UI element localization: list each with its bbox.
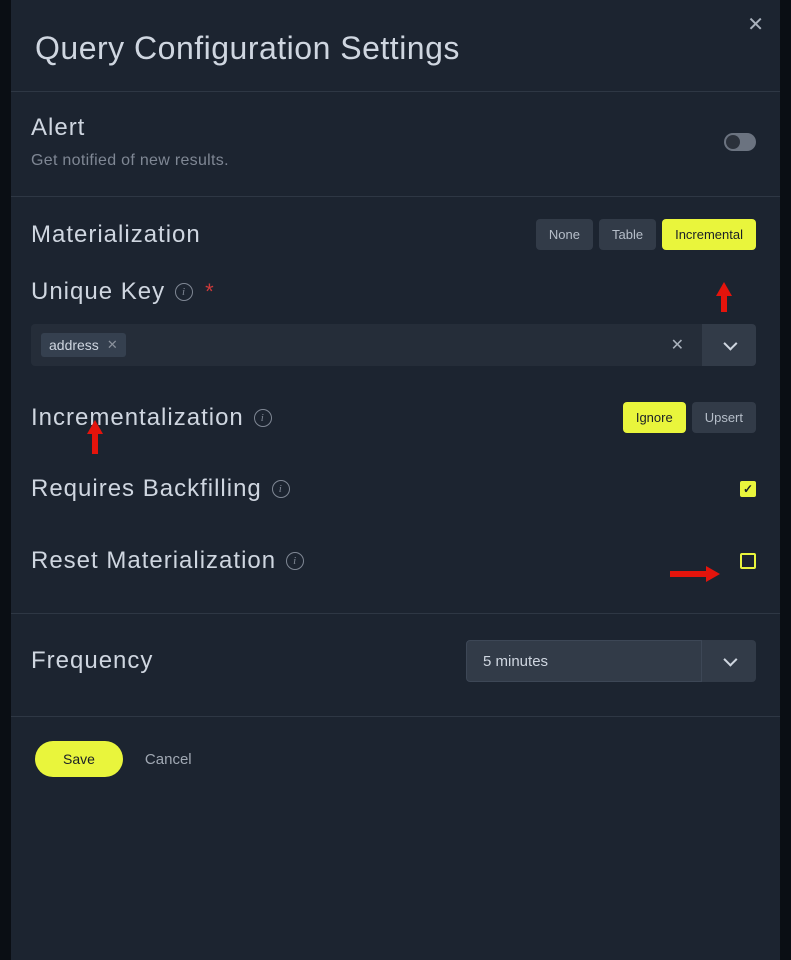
materialization-none-button[interactable]: None <box>536 219 593 250</box>
materialization-heading: Materialization <box>31 221 201 249</box>
requires-backfilling-label: Requires Backfilling <box>31 475 262 503</box>
reset-materialization-checkbox[interactable] <box>740 553 756 569</box>
chevron-down-icon <box>723 653 737 667</box>
requires-backfilling-checkbox[interactable]: ✓ <box>740 481 756 497</box>
toggle-knob <box>726 135 740 149</box>
close-button[interactable]: ✕ <box>743 8 768 41</box>
close-icon: ✕ <box>747 14 764 36</box>
frequency-select[interactable]: 5 minutes <box>466 640 756 682</box>
frequency-dropdown-button[interactable] <box>702 640 756 682</box>
reset-materialization-heading: Reset Materialization i <box>31 547 304 575</box>
requires-backfilling-heading: Requires Backfilling i <box>31 475 290 503</box>
info-icon[interactable]: i <box>175 283 193 301</box>
modal-title: Query Configuration Settings <box>11 0 780 91</box>
info-icon[interactable]: i <box>286 552 304 570</box>
incrementalization-heading: Incrementalization i <box>31 404 272 432</box>
materialization-section: Materialization None Table Incremental <box>11 197 780 260</box>
frequency-value: 5 minutes <box>466 640 702 682</box>
unique-key-dropdown-button[interactable] <box>702 324 756 366</box>
cancel-button[interactable]: Cancel <box>145 751 192 768</box>
unique-key-tag: address ✕ <box>41 333 126 357</box>
reset-materialization-section: Reset Materialization i <box>11 541 780 613</box>
alert-section: Alert Get notified of new results. <box>11 92 780 196</box>
query-config-modal: ✕ Query Configuration Settings Alert Get… <box>11 0 780 960</box>
info-icon[interactable]: i <box>272 480 290 498</box>
unique-key-section: Unique Key i * address ✕ ✕ <box>11 260 780 392</box>
reset-materialization-label: Reset Materialization <box>31 547 276 575</box>
tag-remove-icon[interactable]: ✕ <box>107 337 118 353</box>
alert-heading: Alert <box>31 114 229 142</box>
alert-toggle[interactable] <box>724 133 756 151</box>
chevron-down-icon <box>723 337 737 351</box>
frequency-heading: Frequency <box>31 647 153 675</box>
incrementalization-ignore-button[interactable]: Ignore <box>623 402 686 433</box>
requires-backfilling-section: Requires Backfilling i ✓ <box>11 459 780 541</box>
modal-footer: Save Cancel <box>11 717 780 801</box>
checkmark-icon: ✓ <box>743 482 753 496</box>
incrementalization-options: Ignore Upsert <box>623 402 756 433</box>
unique-key-label: Unique Key <box>31 278 165 306</box>
incrementalization-section: Incrementalization i Ignore Upsert <box>11 392 780 459</box>
close-icon: ✕ <box>671 337 684 354</box>
materialization-options: None Table Incremental <box>536 219 756 250</box>
unique-key-heading: Unique Key i * <box>31 278 756 306</box>
incrementalization-upsert-button[interactable]: Upsert <box>692 402 756 433</box>
clear-all-button[interactable]: ✕ <box>663 335 692 355</box>
save-button[interactable]: Save <box>35 741 123 777</box>
materialization-table-button[interactable]: Table <box>599 219 656 250</box>
required-asterisk: * <box>205 279 215 305</box>
materialization-incremental-button[interactable]: Incremental <box>662 219 756 250</box>
frequency-section: Frequency 5 minutes <box>11 614 780 716</box>
info-icon[interactable]: i <box>254 409 272 427</box>
tag-label: address <box>49 337 99 353</box>
unique-key-input[interactable]: address ✕ ✕ <box>31 324 702 366</box>
alert-description: Get notified of new results. <box>31 152 229 170</box>
incrementalization-label: Incrementalization <box>31 404 244 432</box>
